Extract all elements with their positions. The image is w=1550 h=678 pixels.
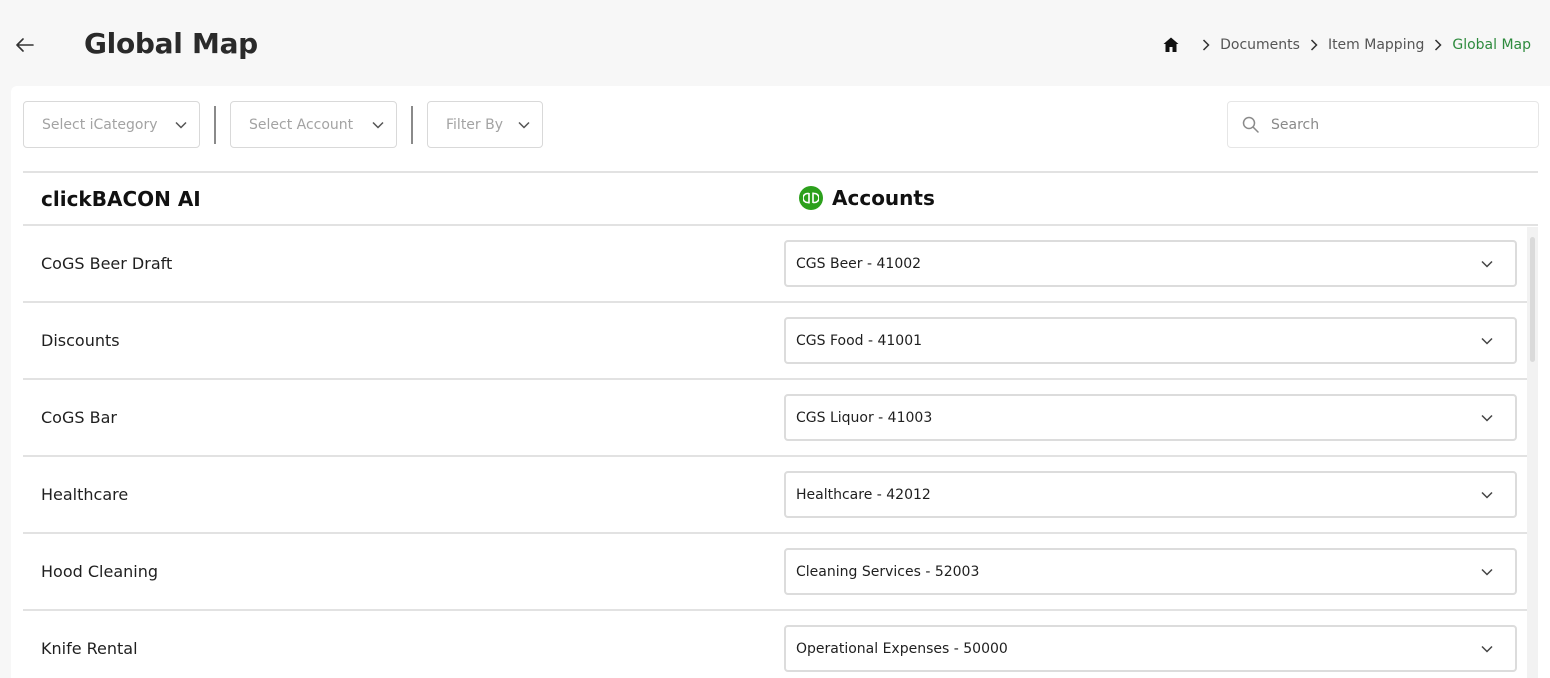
- chevron-down-icon: [1481, 414, 1493, 422]
- chevron-right-icon: [1310, 39, 1318, 51]
- account-value: Operational Expenses - 50000: [796, 640, 1008, 657]
- account-select[interactable]: Select Account: [230, 101, 397, 148]
- item-name: Knife Rental: [41, 639, 138, 658]
- item-name: CoGS Bar: [41, 408, 117, 427]
- account-value: Cleaning Services - 52003: [796, 563, 980, 580]
- page-header: Global Map Documents Item Mapping Global…: [0, 0, 1550, 86]
- item-name: CoGS Beer Draft: [41, 254, 173, 273]
- chevron-down-icon: [1481, 337, 1493, 345]
- arrow-left-icon: [16, 38, 34, 52]
- account-dropdown[interactable]: Operational Expenses - 50000: [784, 625, 1517, 672]
- filter-by-label: Filter By: [446, 116, 504, 133]
- chevron-down-icon: [372, 121, 384, 129]
- breadcrumb-documents[interactable]: Documents: [1220, 37, 1300, 53]
- column-header-clickbacon: clickBACON AI: [41, 187, 201, 211]
- filter-toolbar: Select iCategory Select Account Filter B…: [23, 101, 543, 148]
- search-box: [1227, 101, 1539, 148]
- back-button[interactable]: [14, 34, 36, 56]
- account-dropdown[interactable]: Cleaning Services - 52003: [784, 548, 1517, 595]
- item-name: Hood Cleaning: [41, 562, 158, 581]
- account-dropdown[interactable]: CGS Liquor - 41003: [784, 394, 1517, 441]
- table-row: Knife Rental Operational Expenses - 5000…: [23, 611, 1538, 678]
- table-row: CoGS Bar CGS Liquor - 41003: [23, 380, 1538, 457]
- account-select-label: Select Account: [249, 116, 354, 133]
- toolbar-divider: [411, 105, 413, 144]
- breadcrumb-global-map[interactable]: Global Map: [1452, 37, 1531, 53]
- account-value: CGS Liquor - 41003: [796, 409, 933, 426]
- account-dropdown[interactable]: Healthcare - 42012: [784, 471, 1517, 518]
- account-value: Healthcare - 42012: [796, 486, 931, 503]
- table-row: CoGS Beer Draft CGS Beer - 41002: [23, 226, 1538, 303]
- chevron-right-icon: [1434, 39, 1442, 51]
- table-row: Discounts CGS Food - 41001: [23, 303, 1538, 380]
- chevron-down-icon: [175, 121, 187, 129]
- quickbooks-icon: [799, 186, 823, 210]
- home-icon[interactable]: [1162, 36, 1180, 54]
- scrollbar-thumb[interactable]: [1530, 237, 1535, 362]
- account-value: CGS Food - 41001: [796, 332, 923, 349]
- table-scrollbar[interactable]: [1527, 227, 1538, 678]
- chevron-down-icon: [518, 121, 530, 129]
- chevron-down-icon: [1481, 491, 1493, 499]
- chevron-down-icon: [1481, 645, 1493, 653]
- category-select-label: Select iCategory: [42, 116, 158, 133]
- breadcrumb: Documents Item Mapping Global Map: [1162, 35, 1531, 55]
- mapping-card: Select iCategory Select Account Filter B…: [11, 86, 1550, 678]
- filter-by-select[interactable]: Filter By: [427, 101, 543, 148]
- item-name: Discounts: [41, 331, 120, 350]
- breadcrumb-item-mapping[interactable]: Item Mapping: [1328, 37, 1424, 53]
- accounts-header-label: Accounts: [832, 186, 935, 210]
- category-select[interactable]: Select iCategory: [23, 101, 200, 148]
- table-row: Hood Cleaning Cleaning Services - 52003: [23, 534, 1538, 611]
- search-input[interactable]: [1271, 116, 1531, 133]
- toolbar-divider: [214, 105, 216, 144]
- page-title: Global Map: [84, 27, 258, 60]
- table-row: Healthcare Healthcare - 42012: [23, 457, 1538, 534]
- mapping-table: clickBACON AI Accounts CoGS Beer Draft C…: [23, 171, 1538, 678]
- chevron-right-icon: [1202, 39, 1210, 51]
- table-header: clickBACON AI Accounts: [23, 173, 1538, 226]
- account-dropdown[interactable]: CGS Food - 41001: [784, 317, 1517, 364]
- chevron-down-icon: [1481, 568, 1493, 576]
- column-header-accounts: Accounts: [799, 186, 935, 210]
- account-value: CGS Beer - 41002: [796, 255, 922, 272]
- item-name: Healthcare: [41, 485, 129, 504]
- chevron-down-icon: [1481, 260, 1493, 268]
- account-dropdown[interactable]: CGS Beer - 41002: [784, 240, 1517, 287]
- search-icon: [1242, 116, 1259, 133]
